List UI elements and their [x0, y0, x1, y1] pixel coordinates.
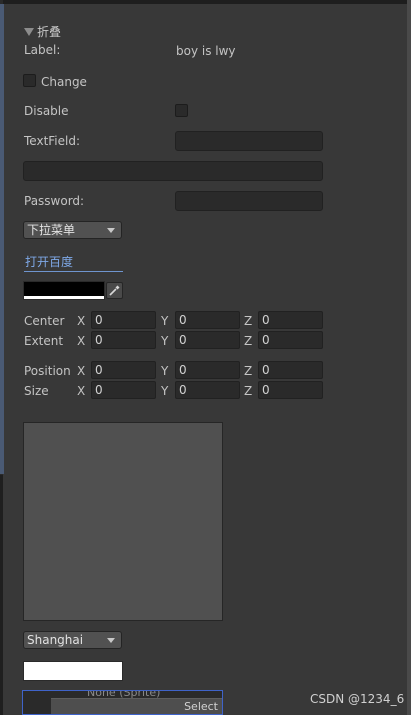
extent-x-field[interactable]: 0	[91, 331, 156, 349]
extent-x-axis-label: X	[77, 334, 86, 348]
center-y-field[interactable]: 0	[175, 311, 240, 329]
change-toggle[interactable]: Change	[23, 73, 103, 89]
position-x-axis-label: X	[77, 364, 86, 378]
position-z-field[interactable]: 0	[258, 361, 323, 379]
disable-label: Disable	[24, 104, 69, 118]
texture-preview[interactable]	[23, 422, 223, 621]
baidu-link[interactable]: 打开百度	[24, 254, 123, 272]
textfield-label: TextField:	[24, 134, 81, 148]
foldout-header[interactable]: 折叠	[24, 24, 144, 40]
label-row-label: Label:	[24, 43, 61, 57]
size-x-field[interactable]: 0	[91, 381, 156, 399]
menu-dropdown-value: 下拉菜单	[27, 223, 76, 237]
select-button[interactable]: Select	[51, 698, 222, 714]
extent-y-axis-label: Y	[161, 334, 169, 348]
password-label: Password:	[24, 194, 85, 208]
window-right-border	[407, 0, 411, 715]
center-z-field[interactable]: 0	[258, 311, 323, 329]
size-y-axis-label: Y	[161, 384, 169, 398]
size-x-axis-label: X	[77, 384, 86, 398]
textfield-input[interactable]	[175, 131, 323, 151]
baidu-link-label: 打开百度	[25, 255, 74, 269]
foldout-arrow-icon	[24, 28, 34, 36]
size-z-field[interactable]: 0	[258, 381, 323, 399]
label-row-value: boy is lwy	[176, 44, 236, 58]
extent-z-field[interactable]: 0	[258, 331, 323, 349]
white-color-field[interactable]	[23, 661, 123, 681]
color-field[interactable]	[23, 281, 105, 300]
window-left-lower-border	[0, 475, 3, 715]
chevron-down-icon	[107, 638, 115, 643]
center-x-field[interactable]: 0	[91, 311, 156, 329]
extent-label: Extent	[24, 334, 64, 348]
center-label: Center	[24, 314, 65, 328]
extent-z-axis-label: Z	[244, 334, 253, 348]
extent-y-field[interactable]: 0	[175, 331, 240, 349]
position-x-field[interactable]: 0	[91, 361, 156, 379]
center-y-axis-label: Y	[161, 314, 169, 328]
city-dropdown-value: Shanghai	[27, 633, 84, 647]
foldout-label: 折叠	[37, 25, 62, 39]
password-input[interactable]	[175, 191, 323, 211]
city-dropdown[interactable]: Shanghai	[23, 631, 122, 649]
menu-dropdown[interactable]: 下拉菜单	[23, 221, 122, 239]
size-label: Size	[24, 384, 49, 398]
change-checkbox[interactable]	[23, 74, 36, 87]
size-z-axis-label: Z	[244, 384, 253, 398]
position-z-axis-label: Z	[244, 364, 253, 378]
wide-text-field[interactable]	[23, 161, 323, 181]
watermark: CSDN @1234_6	[310, 692, 405, 706]
center-z-axis-label: Z	[244, 314, 253, 328]
select-button-label: Select	[184, 700, 218, 713]
color-alpha-bar	[24, 296, 104, 299]
center-x-axis-label: X	[77, 314, 86, 328]
sprite-object-field[interactable]: None (Sprite) Select	[22, 690, 223, 715]
position-y-axis-label: Y	[161, 364, 169, 378]
eyedropper-icon	[109, 285, 120, 296]
eyedropper-button[interactable]	[106, 282, 123, 299]
position-y-field[interactable]: 0	[175, 361, 240, 379]
change-label: Change	[41, 75, 87, 89]
position-label: Position	[24, 364, 71, 378]
chevron-down-icon	[107, 228, 115, 233]
disable-checkbox[interactable]	[175, 104, 188, 117]
size-y-field[interactable]: 0	[175, 381, 240, 399]
